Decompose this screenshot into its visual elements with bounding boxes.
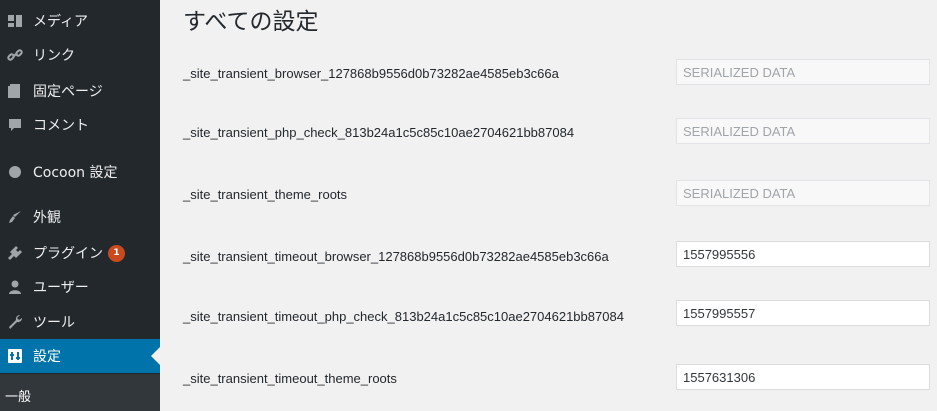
admin-sidebar: メディア リンク 固定ページ コメント Cocoon 設定 外観 プラグイン 1…	[0, 0, 160, 411]
appearance-icon	[6, 208, 24, 226]
option-name: _site_transient_timeout_php_check_813b24…	[183, 309, 624, 324]
sidebar-item-cocoon[interactable]: Cocoon 設定	[0, 155, 160, 189]
sidebar-item-plugins[interactable]: プラグイン 1	[0, 236, 160, 270]
sidebar-item-pages[interactable]: 固定ページ	[0, 74, 160, 108]
cocoon-icon	[6, 163, 24, 181]
sidebar-item-label: 外観	[33, 210, 61, 226]
sidebar-item-label: コメント	[33, 118, 89, 134]
option-value-field: SERIALIZED DATA	[676, 59, 930, 85]
option-name: _site_transient_timeout_browser_127868b9…	[183, 249, 609, 264]
sidebar-item-label: リンク	[33, 48, 75, 64]
option-name: _site_transient_browser_127868b9556d0b73…	[183, 66, 559, 81]
option-name: _site_transient_timeout_theme_roots	[183, 371, 397, 386]
sidebar-item-label: メディア	[33, 14, 89, 30]
sidebar-item-appearance[interactable]: 外観	[0, 200, 160, 234]
sidebar-item-label: プラグイン	[33, 246, 103, 262]
page-icon	[6, 82, 24, 100]
option-value-input[interactable]: 1557995557	[676, 300, 930, 326]
update-count-badge: 1	[108, 244, 125, 262]
sidebar-item-users[interactable]: ユーザー	[0, 270, 160, 304]
option-value-input[interactable]: 1557631306	[676, 364, 930, 390]
settings-submenu: 一般	[0, 374, 160, 411]
sidebar-item-comments[interactable]: コメント	[0, 108, 160, 142]
plugin-icon	[6, 244, 24, 262]
sidebar-item-label: 固定ページ	[33, 84, 103, 100]
sidebar-item-media[interactable]: メディア	[0, 4, 160, 38]
settings-icon	[6, 347, 24, 365]
sidebar-item-label: 設定	[33, 349, 61, 365]
sidebar-item-tools[interactable]: ツール	[0, 305, 160, 339]
user-icon	[6, 278, 24, 296]
tools-icon	[6, 313, 24, 331]
media-icon	[6, 12, 24, 30]
sidebar-item-label: ツール	[33, 315, 75, 331]
sidebar-item-links[interactable]: リンク	[0, 38, 160, 72]
option-name: _site_transient_theme_roots	[183, 187, 348, 202]
option-value-field: SERIALIZED DATA	[676, 118, 930, 144]
sidebar-item-label: ユーザー	[33, 280, 89, 296]
option-name: _site_transient_php_check_813b24a1c5c85c…	[183, 125, 575, 140]
sidebar-item-settings[interactable]: 設定	[0, 339, 160, 373]
link-icon	[6, 46, 24, 64]
comment-icon	[6, 116, 24, 134]
active-indicator-arrow	[151, 347, 160, 365]
sidebar-item-label: Cocoon 設定	[33, 165, 118, 181]
option-value-field: SERIALIZED DATA	[676, 180, 930, 206]
submenu-item-general[interactable]: 一般	[5, 386, 31, 405]
page-title: すべての設定	[183, 9, 319, 35]
option-value-input[interactable]: 1557995556	[676, 241, 930, 267]
